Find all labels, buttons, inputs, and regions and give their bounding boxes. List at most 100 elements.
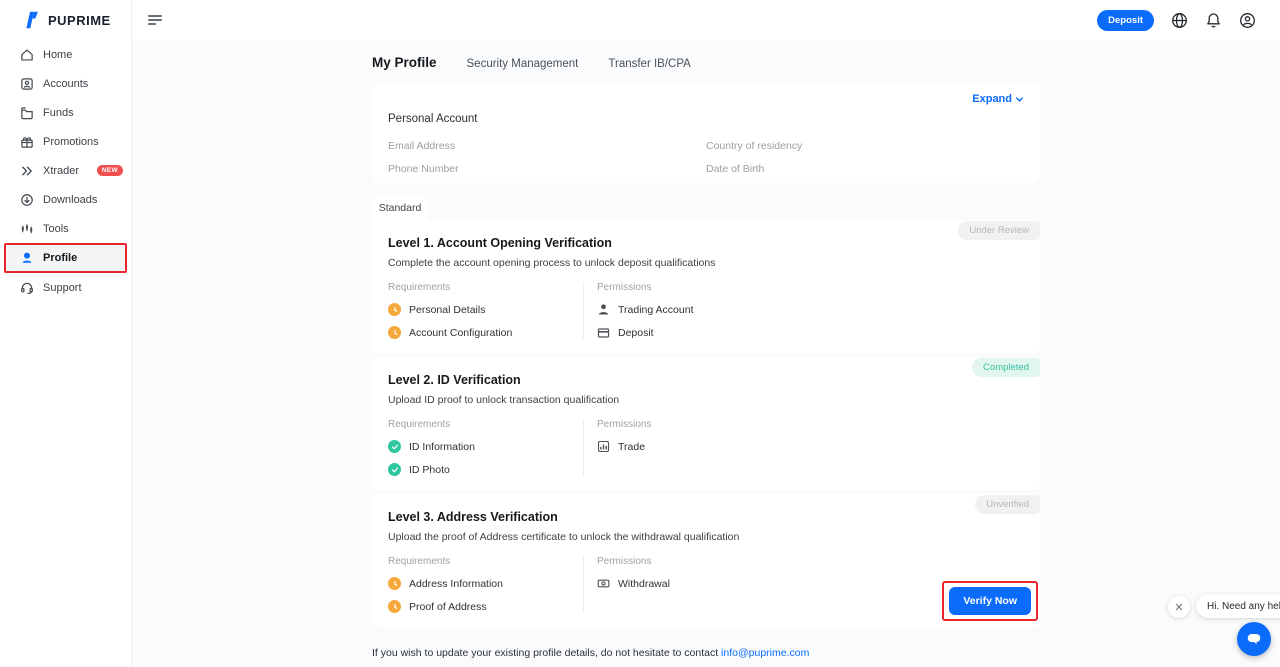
sidebar-item-label: Xtrader — [43, 165, 79, 177]
sidebar-item-accounts[interactable]: Accounts — [0, 69, 131, 98]
level-2-title: Level 2. ID Verification — [388, 373, 1024, 387]
requirement-label: Personal Details — [409, 304, 485, 316]
level-3-card: Unverified Level 3. Address Verification… — [372, 494, 1040, 627]
new-badge: NEW — [97, 165, 123, 176]
app-window: PUPRIME Home Accounts Funds — [0, 0, 1280, 667]
gift-icon — [19, 134, 34, 149]
sidebar-item-xtrader[interactable]: Xtrader NEW — [0, 156, 131, 185]
bell-icon[interactable] — [1205, 12, 1222, 29]
check-icon — [388, 463, 401, 476]
field-label-phone: Phone Number — [388, 163, 706, 175]
field-label-country: Country of residency — [706, 140, 1024, 152]
pending-clock-icon — [388, 577, 401, 590]
permission-item: Trading Account — [597, 303, 1024, 316]
requirement-item: Personal Details — [388, 303, 573, 316]
profile-icon — [19, 251, 34, 266]
tools-icon — [19, 221, 34, 236]
sidebar-item-label: Accounts — [43, 78, 88, 90]
withdrawal-banknote-icon — [597, 577, 610, 590]
tab-my-profile[interactable]: My Profile — [372, 55, 437, 70]
status-badge: Unverified — [975, 495, 1040, 514]
level-1-description: Complete the account opening process to … — [388, 257, 1024, 269]
deposit-wallet-icon — [597, 326, 610, 339]
xtrader-icon — [19, 163, 34, 178]
field-label-email: Email Address — [388, 140, 706, 152]
permissions-header: Permissions — [597, 556, 1024, 567]
close-icon: ✕ — [1174, 601, 1183, 614]
sidebar-nav: Home Accounts Funds Promotions — [0, 40, 131, 302]
permissions-header: Permissions — [597, 282, 1024, 293]
funds-icon — [19, 105, 34, 120]
status-badge: Completed — [972, 358, 1040, 377]
chat-greeting-bubble[interactable]: Hi. Need any help? — [1196, 594, 1280, 618]
chat-launcher-button[interactable] — [1237, 622, 1271, 656]
download-icon — [19, 192, 34, 207]
pending-clock-icon — [388, 600, 401, 613]
expand-link[interactable]: Expand — [972, 93, 1024, 105]
level-3-description: Upload the proof of Address certificate … — [388, 531, 1024, 543]
level-2-description: Upload ID proof to unlock transaction qu… — [388, 394, 1024, 406]
tab-security-management[interactable]: Security Management — [467, 58, 579, 70]
requirements-header: Requirements — [388, 419, 573, 430]
home-icon — [19, 47, 34, 62]
field-label-dob: Date of Birth — [706, 163, 1024, 175]
requirement-label: Proof of Address — [409, 601, 487, 613]
headset-icon — [19, 280, 34, 295]
tab-transfer-ib-cpa[interactable]: Transfer IB/CPA — [608, 58, 690, 70]
sidebar-item-label: Promotions — [43, 136, 99, 148]
requirement-label: ID Photo — [409, 464, 450, 476]
requirement-item: Account Configuration — [388, 326, 573, 339]
permission-item: Deposit — [597, 326, 1024, 339]
permission-label: Trading Account — [618, 304, 694, 316]
globe-icon[interactable] — [1171, 12, 1188, 29]
status-badge: Under Review — [958, 221, 1040, 240]
chat-close-button[interactable]: ✕ — [1168, 596, 1190, 618]
sidebar-item-label: Tools — [43, 223, 69, 235]
sidebar-item-support[interactable]: Support — [0, 273, 131, 302]
sidebar-item-label: Funds — [43, 107, 74, 119]
sidebar-item-funds[interactable]: Funds — [0, 98, 131, 127]
sidebar-item-tools[interactable]: Tools — [0, 214, 131, 243]
requirement-label: Account Configuration — [409, 327, 512, 339]
profile-tabs: My Profile Security Management Transfer … — [372, 40, 1040, 70]
sidebar-item-home[interactable]: Home — [0, 40, 131, 69]
footer-text: If you wish to update your existing prof… — [372, 647, 718, 659]
sidebar-item-label: Support — [43, 282, 82, 294]
requirement-item: ID Information — [388, 440, 573, 453]
sidebar-item-promotions[interactable]: Promotions — [0, 127, 131, 156]
annotation-box-verify-now: Verify Now — [942, 581, 1038, 621]
sidebar-item-label: Downloads — [43, 194, 97, 206]
requirements-header: Requirements — [388, 556, 573, 567]
verify-now-button[interactable]: Verify Now — [949, 587, 1031, 615]
expand-label: Expand — [972, 93, 1012, 105]
main-area: Deposit My Profile Security Management T… — [132, 0, 1280, 667]
sidebar-item-profile[interactable]: Profile — [6, 245, 125, 271]
accounts-icon — [19, 76, 34, 91]
pending-clock-icon — [388, 303, 401, 316]
requirement-label: Address Information — [409, 578, 503, 590]
account-icon[interactable] — [1239, 12, 1256, 29]
requirement-item: Proof of Address — [388, 600, 573, 613]
level-1-card: Under Review Level 1. Account Opening Ve… — [372, 220, 1040, 353]
sidebar-collapse-icon[interactable] — [148, 12, 162, 27]
permission-label: Deposit — [618, 327, 654, 339]
tab-standard[interactable]: Standard — [372, 196, 428, 220]
sidebar-item-label: Profile — [43, 252, 77, 264]
brand-logo[interactable]: PUPRIME — [0, 0, 131, 40]
level-1-title: Level 1. Account Opening Verification — [388, 236, 1024, 250]
level-2-card: Completed Level 2. ID Verification Uploa… — [372, 357, 1040, 490]
sidebar: PUPRIME Home Accounts Funds — [0, 0, 132, 667]
pending-clock-icon — [388, 326, 401, 339]
level-3-title: Level 3. Address Verification — [388, 510, 1024, 524]
requirement-item: Address Information — [388, 577, 573, 590]
requirement-label: ID Information — [409, 441, 475, 453]
topbar: Deposit — [132, 0, 1280, 40]
brand-name: PUPRIME — [48, 13, 111, 28]
sidebar-item-downloads[interactable]: Downloads — [0, 185, 131, 214]
contact-email-link[interactable]: info@puprime.com — [721, 647, 809, 659]
chat-bubble-icon — [1245, 630, 1263, 648]
chevron-down-icon — [1015, 95, 1024, 104]
permissions-header: Permissions — [597, 419, 1024, 430]
personal-account-card: Expand Personal Account Email Address Co… — [372, 83, 1040, 183]
deposit-button[interactable]: Deposit — [1097, 10, 1154, 31]
